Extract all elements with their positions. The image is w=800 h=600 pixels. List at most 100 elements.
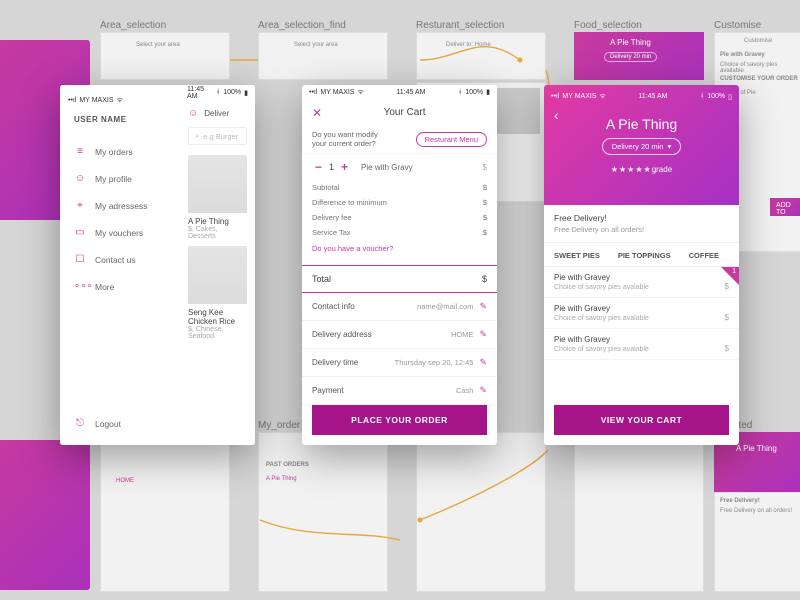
menu-my-addresses[interactable]: ⌖My adressess <box>74 192 166 219</box>
qty-badge-value: 1 <box>732 268 736 275</box>
restaurant-hero: ••ılMY MAXISᯤ 11:45 AM ᚼ100%▯ ‹ A Pie Th… <box>544 85 739 205</box>
food-subtitle: Choice of savory pies avalable <box>554 284 729 291</box>
restaurant-card[interactable]: Seng Kee Chicken Rice$, Chinese, Seafood <box>188 246 247 340</box>
restaurant-card[interactable]: A Pie Thing$, Cakes, Desserts <box>188 155 247 240</box>
tab-pie-toppings[interactable]: PIE TOPPINGS <box>618 251 671 260</box>
food-row[interactable]: Pie with Gravey Choice of savory pies ava… <box>544 298 739 329</box>
close-icon[interactable]: ✕ <box>312 106 322 120</box>
row-payment[interactable]: PaymentCash✎ <box>302 377 497 405</box>
carrier-label: MY MAXIS <box>79 97 113 104</box>
nav-drawer: ••ılMY MAXIS ᯤ USER NAME ≡ My orders ☺My pr… <box>60 85 180 445</box>
edit-icon[interactable]: ✎ <box>479 301 487 312</box>
free-delivery-title: Free Delivery! <box>554 213 729 223</box>
menu-icon: ∘∘∘ <box>74 281 86 292</box>
cart-item-row: − 1 + Pie with Gravy $ <box>302 154 497 180</box>
summary-line: Delivery fee$ <box>302 210 497 225</box>
qty-minus-button[interactable]: − <box>312 160 325 174</box>
tab-coffee[interactable]: COFFEE <box>689 251 719 260</box>
tab-sweet-pies[interactable]: SWEET PIES <box>554 251 600 260</box>
status-bar: ••ılMY MAXISᯤ 11:45 AM ᚼ100%▮ <box>302 85 497 100</box>
menu-contact-us[interactable]: ☐ Contact us <box>74 246 166 273</box>
qty-plus-button[interactable]: + <box>338 160 351 174</box>
bluetooth-icon: ᚼ <box>700 93 704 100</box>
menu-label: Contact us <box>95 255 136 265</box>
view-cart-button[interactable]: VIEW YOUR CART <box>554 405 729 435</box>
menu-my-profile[interactable]: ☺My profile <box>74 165 166 192</box>
menu-label: My vouchers <box>95 228 143 238</box>
back-icon[interactable]: ‹ <box>554 107 559 123</box>
info-label: Delivery time <box>312 358 358 367</box>
menu-icon: ≡ <box>74 146 86 157</box>
total-label: Total <box>312 274 331 284</box>
status-bar: ••ılMY MAXISᯤ 11:45 AM ᚼ100%▯ <box>544 89 739 104</box>
card-subtitle: $, Cakes, Desserts <box>188 226 247 240</box>
food-price: $ <box>725 344 729 353</box>
logout-icon: ⎋ <box>74 418 86 429</box>
bg-label: Resturant_selection <box>416 20 504 31</box>
row-contact[interactable]: Contact infoname@mail.com✎ <box>302 293 497 321</box>
row-address[interactable]: Delivery addressHOME✎ <box>302 321 497 349</box>
bluetooth-icon: ᚼ <box>458 89 462 96</box>
total-value: $ <box>482 274 487 284</box>
card-image <box>188 246 247 304</box>
status-time: 11:45 AM <box>396 89 425 96</box>
delivery-time-label: Delivery 20 min <box>612 142 664 151</box>
cart-title: Your Cart <box>322 107 487 118</box>
menu-my-orders[interactable]: ≡ My orders <box>74 138 166 165</box>
info-value: name@mail.com <box>417 302 473 311</box>
food-row[interactable]: Pie with Gravey Choice of savory pies ava… <box>544 329 739 360</box>
menu-icon: ☐ <box>74 254 86 265</box>
chevron-down-icon: ▾ <box>667 142 671 151</box>
card-image <box>188 155 247 213</box>
phone-drawer-screen: ••ılMY MAXIS ᯤ USER NAME ≡ My orders ☺My pr… <box>60 85 255 445</box>
edit-icon[interactable]: ✎ <box>479 385 487 396</box>
bluetooth-icon: ᚼ <box>216 89 220 96</box>
signal-icon: ••ıl <box>309 89 317 96</box>
status-battery: 100% <box>465 89 483 96</box>
food-price: $ <box>725 282 729 291</box>
restaurant-menu-button[interactable]: Resturant Menu <box>416 132 487 147</box>
voucher-link[interactable]: Do you have a voucher? <box>302 240 497 261</box>
main-panel: 11:45 AM ᚼ100%▮ ☺ Deliver ⌕ e.g Burger A… <box>180 85 255 445</box>
qty-value: 1 <box>325 162 338 172</box>
wifi-icon: ᯤ <box>117 96 123 105</box>
food-title: Pie with Gravey <box>554 273 729 282</box>
signal-icon: ••ıl <box>551 93 559 100</box>
menu-label: My orders <box>95 147 133 157</box>
edit-icon[interactable]: ✎ <box>479 357 487 368</box>
food-title: Pie with Gravey <box>554 304 729 313</box>
phone-cart-screen: ••ılMY MAXISᯤ 11:45 AM ᚼ100%▮ ✕ Your Car… <box>302 85 497 445</box>
card-subtitle: $, Chinese, Seafood <box>188 326 247 340</box>
card-title: A Pie Thing <box>188 217 247 226</box>
food-title: Pie with Gravey <box>554 335 729 344</box>
phone-restaurant-screen: ••ılMY MAXISᯤ 11:45 AM ᚼ100%▯ ‹ A Pie Th… <box>544 85 739 445</box>
signal-icon: ••ıl <box>68 97 76 104</box>
food-subtitle: Choice of savory pies avalable <box>554 315 729 322</box>
info-value: Cash <box>456 386 474 395</box>
food-row[interactable]: 1Pie with Gravey Choice of savory pies av… <box>544 267 739 298</box>
food-price: $ <box>725 313 729 322</box>
search-input[interactable]: ⌕ e.g Burger <box>188 127 247 145</box>
total-row: Total $ <box>302 265 497 293</box>
user-name-label: USER NAME <box>74 115 166 124</box>
restaurant-title: A Pie Thing <box>606 116 677 132</box>
row-time[interactable]: Delivery timeThursday sep 20, 12:45✎ <box>302 349 497 377</box>
info-value: HOME <box>451 330 474 339</box>
status-time: 11:45 AM <box>187 86 216 100</box>
edit-icon[interactable]: ✎ <box>479 329 487 340</box>
battery-icon: ▮ <box>244 89 248 97</box>
menu-icon: ▭ <box>74 227 86 238</box>
bg-label: Area_selection_find <box>258 20 346 31</box>
food-subtitle: Choice of savory pies avalable <box>554 346 729 353</box>
menu-my-vouchers[interactable]: ▭ My vouchers <box>74 219 166 246</box>
status-bar: ••ılMY MAXIS ᯤ <box>68 93 172 107</box>
bg-label: Customise <box>714 20 761 31</box>
logout-button[interactable]: ⎋ Logout <box>74 418 166 435</box>
menu-more[interactable]: ∘∘∘ More <box>74 273 166 300</box>
carrier-label: MY MAXIS <box>320 89 354 96</box>
place-order-button[interactable]: PLACE YOUR ORDER <box>312 405 487 435</box>
delivery-pill[interactable]: Delivery 20 min ▾ <box>602 138 681 155</box>
menu-label: More <box>95 282 114 292</box>
wifi-icon: ᯤ <box>600 92 606 101</box>
bg-label: Area_selection <box>100 20 166 31</box>
